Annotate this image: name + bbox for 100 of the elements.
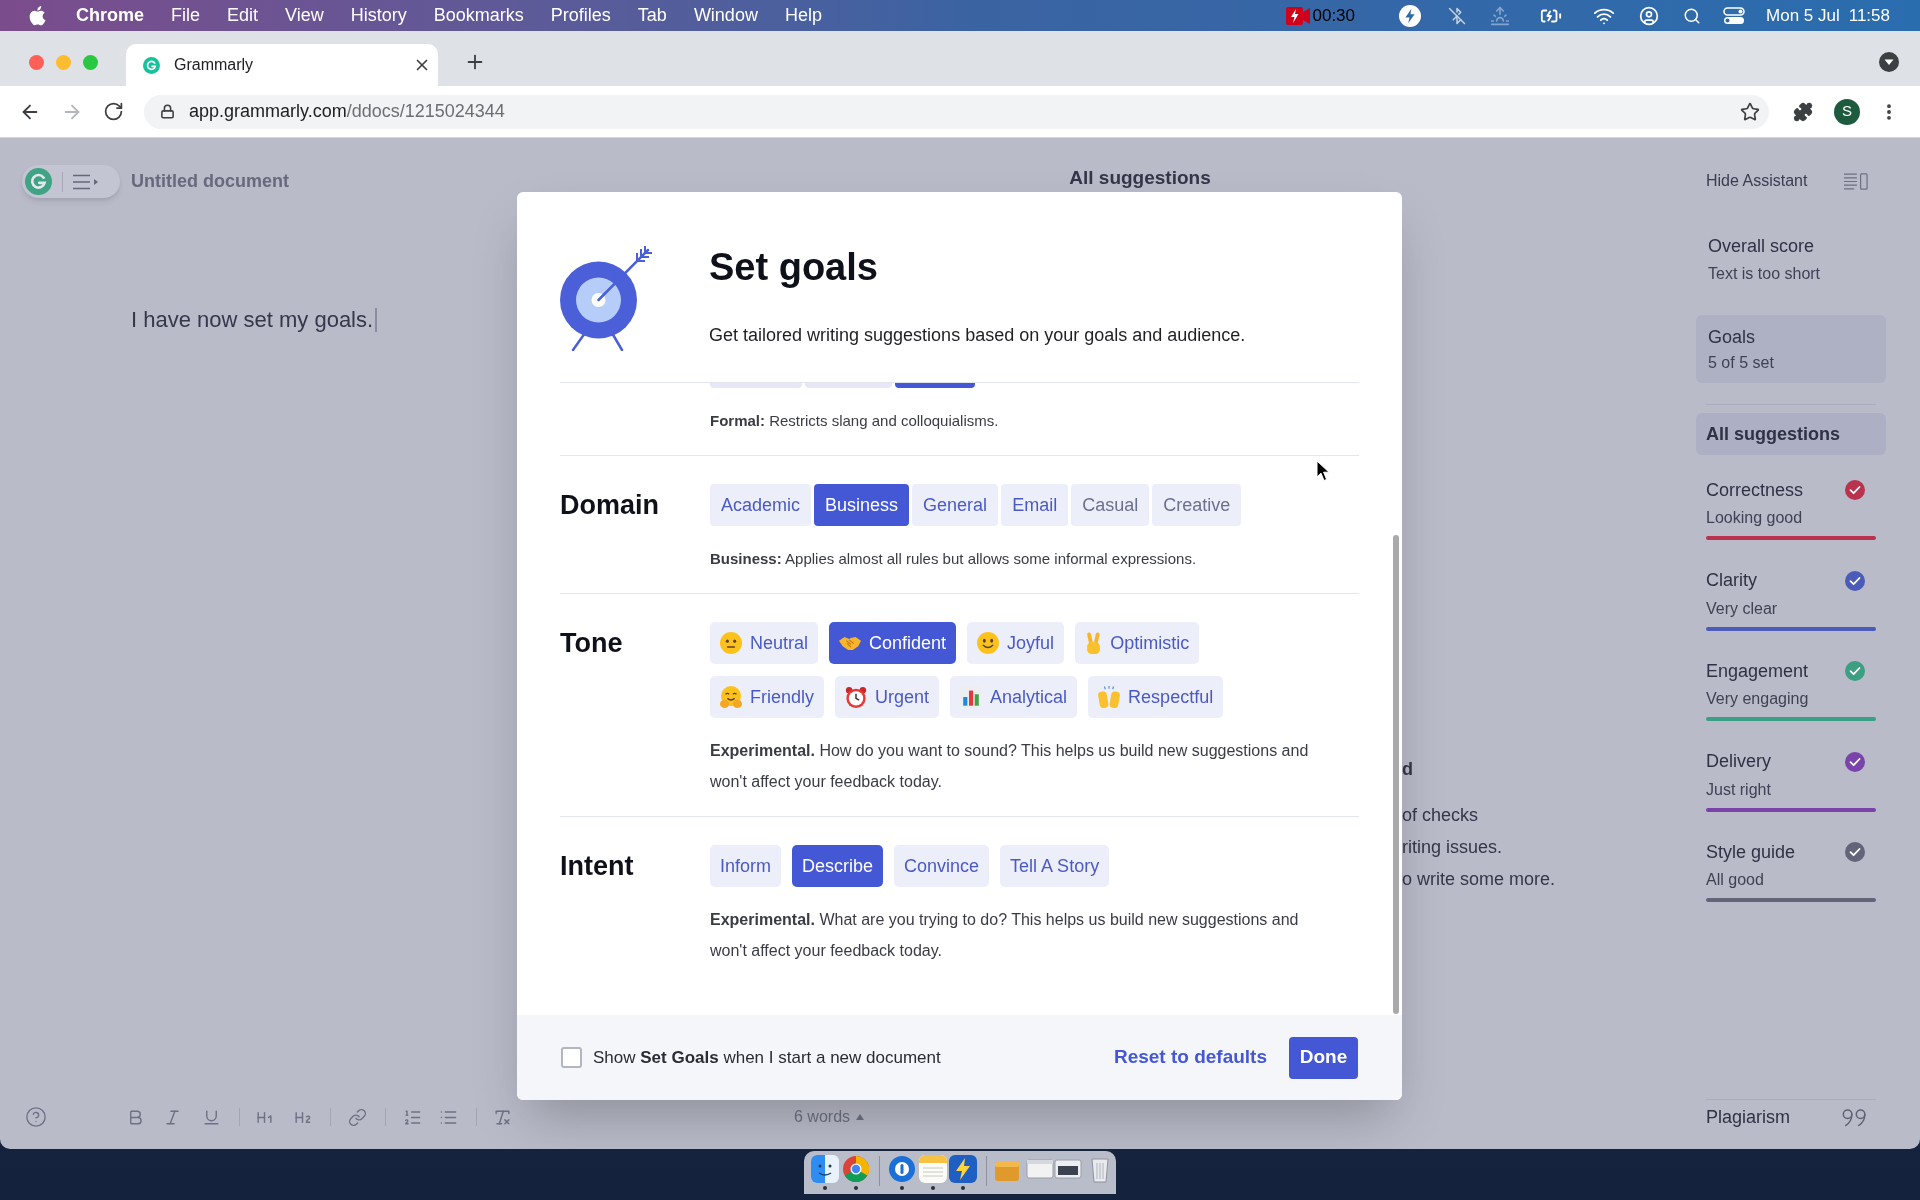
help-icon[interactable] <box>25 1106 47 1128</box>
bluetooth-off-icon[interactable] <box>1448 6 1466 25</box>
puzzle-icon[interactable] <box>1793 101 1813 122</box>
victory-hand-icon <box>1085 632 1103 654</box>
menu-item[interactable]: Edit <box>227 2 259 29</box>
apple-icon[interactable] <box>29 5 46 26</box>
menu-item[interactable]: History <box>350 2 407 29</box>
option-chip[interactable]: Inform <box>710 845 781 887</box>
option-chip[interactable]: General <box>912 484 999 526</box>
option-chip[interactable]: Analytical <box>950 676 1078 718</box>
browser-tab[interactable]: Grammarly <box>126 44 438 86</box>
option-chip[interactable]: Joyful <box>967 622 1065 664</box>
close-window-icon[interactable] <box>29 54 44 70</box>
caret-up-icon <box>856 1114 865 1120</box>
app-icon[interactable] <box>888 1155 916 1183</box>
category-name[interactable]: Correctness <box>1706 476 1804 504</box>
category-name[interactable]: Engagement <box>1706 657 1809 685</box>
document-text[interactable]: I have now set my goals. <box>131 305 374 335</box>
menu-item[interactable]: Tab <box>637 2 667 29</box>
mouse-pointer-icon <box>1316 460 1330 482</box>
panel-text: of checks <box>1402 804 1479 827</box>
dialog-subtitle: Get tailored writing suggestions based on your goals and audience. <box>709 324 1246 347</box>
option-chip[interactable]: Urgent <box>835 676 940 718</box>
reset-link[interactable]: Reset to defaults <box>1113 1043 1267 1072</box>
menu-icon[interactable] <box>73 173 99 190</box>
link-icon[interactable] <box>348 1107 367 1127</box>
app-icon[interactable] <box>842 1155 870 1183</box>
option-chip[interactable]: Convince <box>894 845 990 887</box>
scrollbar[interactable] <box>1393 535 1399 1014</box>
goals-title: Goals <box>1708 326 1756 349</box>
search-icon[interactable] <box>1683 6 1701 25</box>
menu-item[interactable]: Window <box>693 2 758 29</box>
record-icon[interactable] <box>1286 6 1311 25</box>
menu-item[interactable]: Bookmarks <box>433 2 524 29</box>
star-icon[interactable] <box>1740 101 1760 122</box>
option-chip[interactable]: Confident <box>829 622 957 664</box>
panel-layout-icon[interactable] <box>1844 172 1868 190</box>
clear-formatting-icon[interactable] <box>493 1107 512 1127</box>
app-menu[interactable]: Chrome <box>76 2 144 29</box>
user-icon[interactable] <box>1639 5 1659 26</box>
menu-bar-date[interactable]: Mon 5 Jul <box>1766 2 1840 29</box>
category-status: Very engaging <box>1706 689 1809 709</box>
menu-item[interactable]: Profiles <box>550 2 611 29</box>
menu-item[interactable]: File <box>171 2 201 29</box>
recording-time: 00:30 <box>1312 4 1355 27</box>
all-suggestions-tab[interactable]: All suggestions <box>1696 413 1886 455</box>
italic-icon[interactable] <box>163 1107 182 1127</box>
option-chip[interactable]: Tell A Story <box>1000 845 1110 887</box>
toggles-icon[interactable] <box>1723 6 1745 25</box>
section-note: Experimental. How do you want to sound? This helps us build new suggestions and won't affect your feedback today. <box>710 741 1310 792</box>
numbered-list-icon[interactable] <box>403 1107 422 1127</box>
logo-icon[interactable] <box>25 168 52 195</box>
option-chip[interactable]: Academic <box>710 484 812 526</box>
menu-item[interactable]: View <box>285 2 324 29</box>
profile-avatar[interactable]: S <box>1834 98 1860 125</box>
smiling-face-icon <box>977 632 1000 654</box>
lightning-icon[interactable] <box>1399 4 1421 27</box>
category-name[interactable]: Style guide <box>1706 838 1796 866</box>
category-status: Looking good <box>1706 508 1803 528</box>
dropdown-icon[interactable] <box>1879 52 1899 72</box>
lock-icon[interactable] <box>160 104 175 119</box>
overall-score-status: Text is too short <box>1708 264 1821 284</box>
option-chip[interactable]: Email <box>1001 484 1069 526</box>
plagiarism-link[interactable]: Plagiarism <box>1706 1103 1791 1131</box>
panel-text: riting issues. <box>1402 836 1503 859</box>
maximize-window-icon[interactable] <box>83 54 98 70</box>
section-note: Formal: Restricts slang and colloquialisms. <box>710 411 999 431</box>
option-chip[interactable]: Describe <box>792 845 884 887</box>
goals-card[interactable]: Goals 5 of 5 set <box>1696 315 1886 383</box>
checkbox-label[interactable]: Show Set Goals when I start a new document <box>593 1044 941 1071</box>
reload-icon[interactable] <box>103 101 124 122</box>
dialog-title: Set goals <box>709 245 878 290</box>
target-icon <box>560 245 653 351</box>
category-name[interactable]: Clarity <box>1706 567 1757 594</box>
option-chip[interactable]: Neutral <box>710 622 819 664</box>
section-label: Tone <box>560 626 623 660</box>
menu-bar-time[interactable]: 11:58 <box>1848 2 1890 29</box>
hugging-face-icon <box>720 686 742 708</box>
checkbox[interactable] <box>561 1047 582 1068</box>
logo-icon[interactable] <box>143 56 160 74</box>
app-icon[interactable] <box>949 1155 977 1183</box>
option-chip[interactable]: Friendly <box>710 676 825 718</box>
hide-assistant-link[interactable]: Hide Assistant <box>1706 169 1808 193</box>
done-button[interactable]: Done <box>1289 1036 1358 1079</box>
text-cursor <box>375 308 378 332</box>
url-text[interactable]: app.grammarly.com/ddocs/1215024344 <box>189 98 505 125</box>
section-note: Business: Applies almost all rules but allows some informal expressions. <box>710 549 1197 569</box>
option-chip[interactable]: Respectful <box>1088 676 1224 718</box>
address-bar[interactable]: app.grammarly.com/ddocs/1215024344 <box>144 94 1769 129</box>
category-status: Just right <box>1706 779 1771 800</box>
app-icon[interactable] <box>811 1155 839 1183</box>
option-chip[interactable]: Business <box>814 484 910 526</box>
category-status: Very clear <box>1706 598 1778 619</box>
option-chip[interactable]: Optimistic <box>1075 622 1200 664</box>
menu-item[interactable]: Help <box>784 2 822 29</box>
option-chip[interactable] <box>895 383 975 388</box>
section-note: Experimental. What are you trying to do? This helps us build new suggestions and won't affect your feedback today. <box>710 910 1300 961</box>
panel-heading: All suggestions <box>1069 167 1211 188</box>
category-name[interactable]: Delivery <box>1706 748 1771 775</box>
quote-icon[interactable] <box>1842 1107 1868 1127</box>
